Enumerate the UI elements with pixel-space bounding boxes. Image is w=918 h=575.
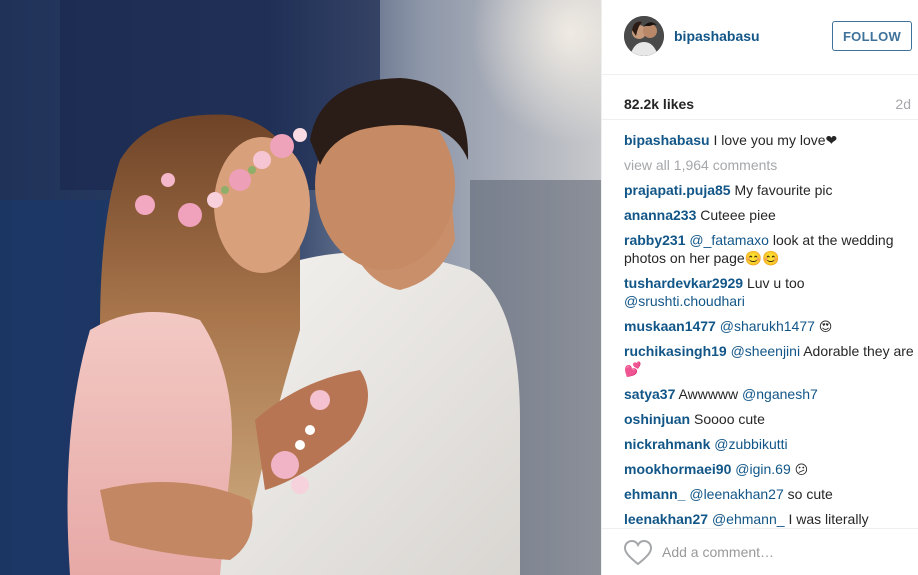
comment-username[interactable]: satya37: [624, 386, 675, 402]
comment-item: muskaan1477 @sharukh1477 😍: [624, 317, 914, 335]
post-author-username[interactable]: bipashabasu: [674, 28, 760, 44]
comment-item: nickrahmank @zubbikutti: [624, 435, 914, 453]
post-details-panel: bipashabasu FOLLOW 82.2k likes 2d bipash…: [601, 0, 918, 575]
comment-mention[interactable]: @leenakhan27: [689, 486, 783, 502]
comment-composer: [602, 528, 918, 575]
comment-text: 😍: [818, 320, 833, 335]
comment-username[interactable]: prajapati.puja85: [624, 182, 731, 198]
comment-username[interactable]: leenakhan27: [624, 511, 708, 527]
comment-item: satya37 Awwwww @nganesh7: [624, 385, 914, 403]
comment-mention[interactable]: @ehmann_: [712, 511, 785, 527]
avatar[interactable]: [624, 16, 664, 56]
comment-mention[interactable]: @sheenjini: [731, 343, 800, 359]
comment-mention[interactable]: @zubbikutti: [714, 436, 787, 452]
caption-username[interactable]: bipashabasu: [624, 132, 710, 148]
comment-item: leenakhan27 @ehmann_ I was literally: [624, 510, 914, 528]
comment-item: ehmann_ @leenakhan27 so cute: [624, 485, 914, 503]
comment-text: My favourite pic: [734, 182, 833, 198]
heart-outline-icon[interactable]: [623, 539, 653, 566]
comment-username[interactable]: nickrahmank: [624, 436, 710, 452]
add-comment-input[interactable]: [662, 539, 902, 565]
follow-button[interactable]: FOLLOW: [832, 21, 912, 51]
comment-item: ananna233 Cuteee piee: [624, 206, 914, 224]
comment-text: Cuteee piee: [700, 207, 776, 223]
view-all-comments-link[interactable]: view all 1,964 comments: [624, 156, 914, 174]
caption: bipashabasu I love you my love❤: [624, 131, 914, 149]
comment-item: oshinjuan Soooo cute: [624, 410, 914, 428]
post-stats: 82.2k likes 2d: [602, 76, 918, 120]
comment-mention[interactable]: @srushti.choudhari: [624, 293, 745, 309]
comment-username[interactable]: oshinjuan: [624, 411, 690, 427]
post-header: bipashabasu FOLLOW: [602, 0, 918, 75]
comment-mention[interactable]: @igin.69: [735, 461, 790, 477]
comment-item: tushardevkar2929 Luv u too @srushti.chou…: [624, 274, 914, 310]
comment-username[interactable]: rabby231: [624, 232, 685, 248]
comment-username[interactable]: ehmann_: [624, 486, 685, 502]
likes-count[interactable]: 82.2k likes: [624, 96, 694, 112]
comment-username[interactable]: mookhormaei90: [624, 461, 731, 477]
comment-mention[interactable]: @_fatamaxo: [689, 232, 769, 248]
post-age[interactable]: 2d: [895, 96, 911, 112]
avatar-photo-icon: [624, 16, 664, 56]
comment-item: rabby231 @_fatamaxo look at the wedding …: [624, 231, 914, 267]
caption-text: I love you my love❤: [713, 132, 838, 148]
comment-text: 😕: [794, 463, 809, 478]
comment-item: prajapati.puja85 My favourite pic: [624, 181, 914, 199]
comment-item: ruchikasingh19 @sheenjini Adorable they …: [624, 342, 914, 378]
comment-username[interactable]: ananna233: [624, 207, 696, 223]
comment-text: Awwwww: [678, 386, 739, 402]
comment-username[interactable]: muskaan1477: [624, 318, 716, 334]
comment-mention[interactable]: @nganesh7: [742, 386, 818, 402]
couple-photo: [0, 0, 601, 575]
comment-item: mookhormaei90 @igin.69 😕: [624, 460, 914, 478]
comments-list: bipashabasu I love you my love❤ view all…: [624, 131, 914, 535]
post-photo[interactable]: [0, 0, 601, 575]
comment-text: Luv u too: [746, 275, 805, 291]
comment-text: so cute: [787, 486, 833, 502]
comment-text: I was literally: [788, 511, 869, 527]
comment-mention[interactable]: @sharukh1477: [720, 318, 815, 334]
comment-username[interactable]: ruchikasingh19: [624, 343, 727, 359]
comment-text: Soooo cute: [694, 411, 765, 427]
comment-username[interactable]: tushardevkar2929: [624, 275, 743, 291]
